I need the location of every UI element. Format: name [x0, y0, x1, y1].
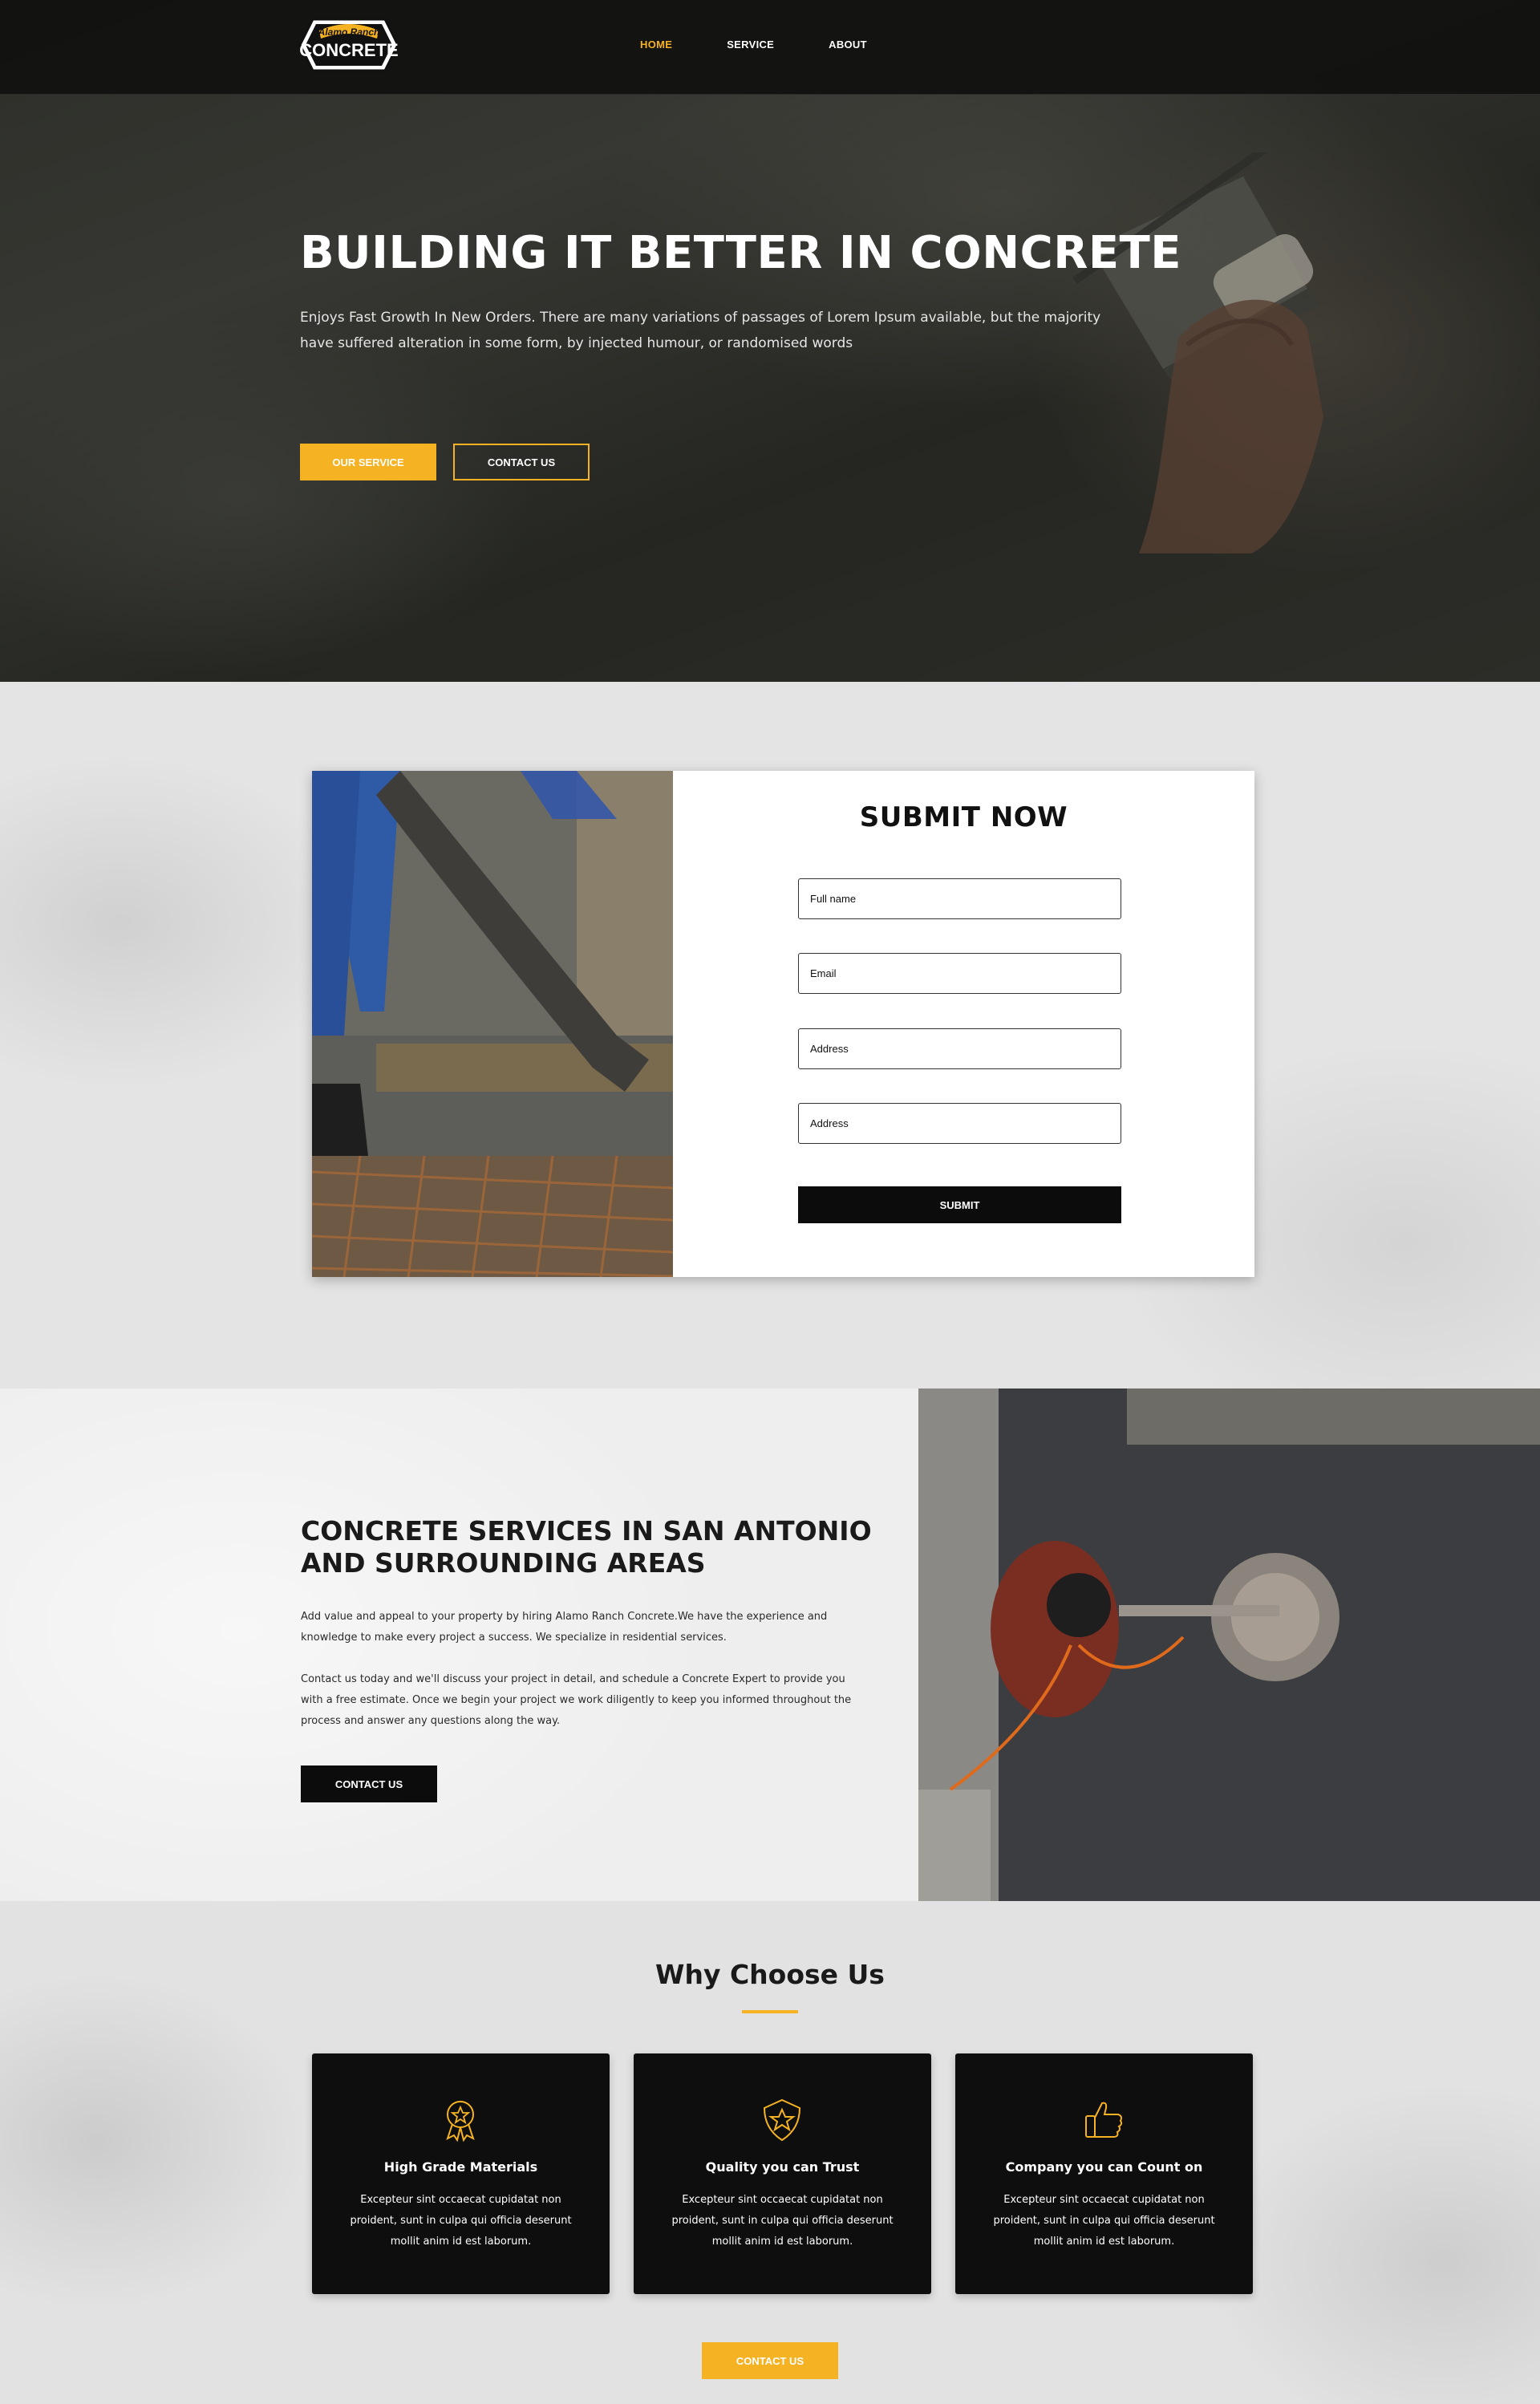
feature-card: High Grade Materials Excepteur sint occa… [312, 2053, 610, 2294]
services-paragraph-2: Contact us today and we'll discuss your … [301, 1673, 852, 1727]
feature-title: Quality you can Trust [705, 2159, 860, 2175]
form-title: SUBMIT NOW [859, 801, 1068, 833]
floor-grinding-photo [918, 1388, 1540, 1901]
main-nav: HOME SERVICE ABOUT [640, 39, 922, 51]
nav-service[interactable]: SERVICE [727, 39, 774, 51]
concrete-pouring-photo [312, 771, 673, 1277]
bottom-contact-button[interactable]: CONTACT US [702, 2342, 838, 2379]
feature-card: Company you can Count on Excepteur sint … [955, 2053, 1253, 2294]
submit-card: SUBMIT NOW Full name Email Address Addre… [312, 771, 1254, 1277]
feature-card: Quality you can Trust Excepteur sint occ… [634, 2053, 931, 2294]
feature-text: Excepteur sint occaecat cupidatat non pr… [350, 2194, 572, 2248]
hero-section: BUILDING IT BETTER IN CONCRETE Enjoys Fa… [0, 0, 1540, 682]
full-name-field[interactable]: Full name [798, 878, 1121, 919]
submit-button[interactable]: SUBMIT [798, 1186, 1121, 1223]
nav-home[interactable]: HOME [640, 39, 672, 51]
services-section: CONCRETE SERVICES IN SAN ANTONIO AND SUR… [0, 1388, 1540, 1901]
feature-title: Company you can Count on [1005, 2159, 1203, 2175]
feature-text: Excepteur sint occaecat cupidatat non pr… [993, 2194, 1215, 2248]
services-paragraph-1: Add value and appeal to your property by… [301, 1611, 828, 1644]
thumbs-up-icon [1085, 2102, 1123, 2138]
nav-about[interactable]: ABOUT [829, 39, 867, 51]
feature-text: Excepteur sint occaecat cupidatat non pr… [671, 2194, 894, 2248]
our-service-button[interactable]: OUR SERVICE [300, 444, 436, 480]
email-field[interactable]: Email [798, 953, 1121, 994]
services-text-panel: CONCRETE SERVICES IN SAN ANTONIO AND SUR… [0, 1388, 918, 1901]
services-contact-button[interactable]: CONTACT US [301, 1766, 437, 1802]
logo-top-text: Alamo Ranch [318, 26, 380, 38]
shield-star-icon [763, 2098, 801, 2142]
contact-us-button[interactable]: CONTACT US [453, 444, 590, 480]
submit-section: SUBMIT NOW Full name Email Address Addre… [0, 682, 1540, 1388]
logo-graphic: Alamo Ranch CONCRETE [298, 18, 399, 72]
logo-main-text: CONCRETE [299, 40, 398, 60]
hero-title: BUILDING IT BETTER IN CONCRETE [300, 227, 1182, 279]
award-badge-icon [446, 2101, 475, 2143]
address-field[interactable]: Address [798, 1028, 1121, 1069]
site-header: Alamo Ranch CONCRETE HOME SERVICE ABOUT [0, 0, 1540, 95]
feature-title: High Grade Materials [383, 2159, 538, 2175]
services-title: CONCRETE SERVICES IN SAN ANTONIO AND SUR… [301, 1515, 872, 1579]
hero-description: Enjoys Fast Growth In New Orders. There … [300, 310, 1101, 351]
title-underline [742, 2010, 798, 2013]
why-title: Why Choose Us [655, 1959, 885, 1990]
address-field-2[interactable]: Address [798, 1103, 1121, 1144]
why-choose-section: Why Choose Us High Grade Materials Excep… [0, 1901, 1540, 2404]
site-logo[interactable]: Alamo Ranch CONCRETE [297, 11, 401, 79]
